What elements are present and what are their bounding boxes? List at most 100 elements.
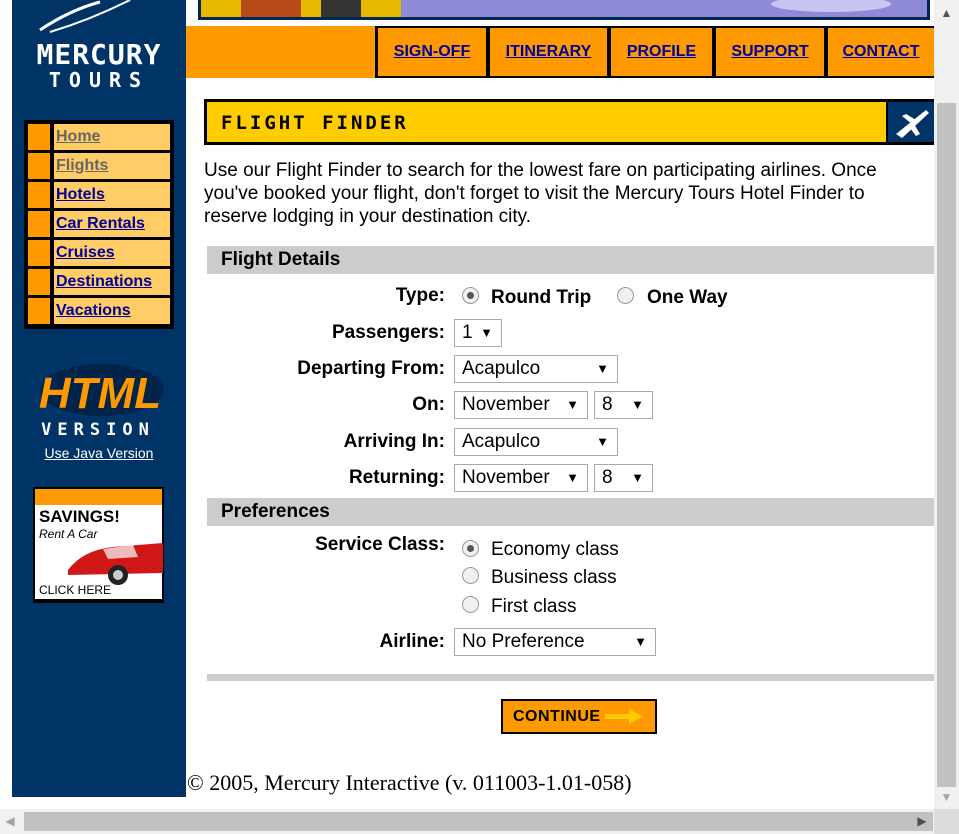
- departing-from-label: Departing From:: [297, 358, 445, 379]
- nav-item-hotels: Hotels: [28, 182, 170, 208]
- logo-wing-icon: [39, 0, 131, 33]
- use-java-version-link[interactable]: Use Java Version: [12, 445, 186, 461]
- departing-from-value: Acapulco: [462, 358, 541, 379]
- nav-bullet: [28, 124, 50, 150]
- airline-label: Airline:: [379, 631, 445, 652]
- returning-label: Returning:: [348, 467, 445, 488]
- arriving-in-select[interactable]: Acapulco ▼: [454, 428, 618, 456]
- first-class-radio[interactable]: [462, 596, 479, 613]
- top-nav-contact[interactable]: CONTACT: [828, 28, 934, 76]
- top-nav-sign-off[interactable]: SIGN-OFF: [378, 28, 486, 76]
- to-month-value: November: [462, 467, 550, 488]
- nav-link-cruises[interactable]: Cruises: [54, 240, 170, 266]
- top-nav: SIGN-OFF ITINERARY PROFILE SUPPORT CONTA…: [375, 26, 934, 78]
- left-nav: Home Flights Hotels Car Rentals Cruises …: [24, 120, 174, 329]
- horizontal-scrollbar-thumb[interactable]: [24, 812, 933, 831]
- banner-graphic: [201, 0, 927, 17]
- dropdown-arrow-icon: ▼: [634, 634, 647, 649]
- html-version-line2: VERSION: [41, 420, 155, 440]
- form-divider: [207, 674, 934, 681]
- html-version-line1: HTML: [39, 369, 161, 418]
- continue-button[interactable]: CONTINUE: [501, 699, 657, 734]
- economy-class-label: Economy class: [491, 539, 619, 560]
- scroll-up-arrow-icon[interactable]: ▲: [934, 0, 959, 26]
- nav-link-home[interactable]: Home: [54, 124, 170, 150]
- round-trip-label: Round Trip: [491, 287, 592, 308]
- nav-bullet: [28, 298, 50, 324]
- dropdown-arrow-icon: ▼: [596, 361, 609, 376]
- plane-icon-box: [888, 102, 934, 142]
- from-day-value: 8: [602, 394, 613, 415]
- one-way-radio[interactable]: [617, 287, 634, 304]
- dropdown-arrow-icon: ▼: [631, 470, 644, 485]
- nav-item-flights: Flights: [28, 153, 170, 179]
- logo-mercury: MERCURY: [36, 38, 162, 71]
- to-month-select[interactable]: November ▼: [454, 464, 588, 492]
- vertical-scrollbar-thumb[interactable]: [937, 103, 956, 787]
- nav-link-destinations[interactable]: Destinations: [54, 269, 170, 295]
- to-day-value: 8: [602, 467, 613, 488]
- nav-link-vacations[interactable]: Vacations: [54, 298, 170, 324]
- dropdown-arrow-icon: ▼: [566, 470, 579, 485]
- ad-body: SAVINGS! Rent A Car CLICK HERE: [35, 505, 163, 599]
- preferences-section-title: Preferences: [207, 498, 934, 526]
- nav-link-car-rentals[interactable]: Car Rentals: [54, 211, 170, 237]
- scrollbar-corner: [934, 809, 959, 834]
- rent-a-car-ad[interactable]: SAVINGS! Rent A Car CLICK HERE: [33, 487, 164, 603]
- economy-class-radio[interactable]: [462, 540, 479, 557]
- type-label: Type:: [395, 285, 445, 306]
- passengers-select[interactable]: 1 ▼: [454, 319, 502, 347]
- nav-item-vacations: Vacations: [28, 298, 170, 324]
- nav-link-hotels[interactable]: Hotels: [54, 182, 170, 208]
- from-day-select[interactable]: 8 ▼: [594, 391, 653, 419]
- top-nav-support[interactable]: SUPPORT: [716, 28, 824, 76]
- flight-details-section-title: Flight Details: [207, 246, 934, 274]
- html-version-logo: HTML VERSION: [39, 364, 164, 440]
- dropdown-arrow-icon: ▼: [596, 434, 609, 449]
- nav-bullet: [28, 211, 50, 237]
- ad-top-bar: [35, 489, 162, 505]
- dropdown-arrow-icon: ▼: [566, 397, 579, 412]
- nav-bullet: [28, 269, 50, 295]
- scroll-down-arrow-icon[interactable]: ▼: [934, 786, 959, 808]
- scroll-left-arrow-icon[interactable]: ◀: [0, 809, 20, 834]
- business-class-radio[interactable]: [462, 567, 479, 584]
- nav-link-flights[interactable]: Flights: [54, 153, 170, 179]
- passengers-value: 1: [462, 322, 473, 343]
- page-title: FLIGHT FINDER: [221, 112, 409, 134]
- ad-cta: CLICK HERE: [39, 583, 112, 597]
- business-class-label: Business class: [491, 567, 617, 588]
- round-trip-radio[interactable]: [462, 287, 479, 304]
- copyright-footer: © 2005, Mercury Interactive (v. 011003-1…: [187, 770, 632, 795]
- nav-bullet: [28, 182, 50, 208]
- departing-from-select[interactable]: Acapulco ▼: [454, 355, 618, 383]
- continue-label: CONTINUE: [513, 708, 601, 725]
- dropdown-arrow-icon: ▼: [480, 325, 493, 340]
- dropdown-arrow-icon: ▼: [631, 397, 644, 412]
- one-way-label: One Way: [647, 287, 728, 308]
- first-class-label: First class: [491, 596, 577, 617]
- nav-item-car-rentals: Car Rentals: [28, 211, 170, 237]
- nav-item-destinations: Destinations: [28, 269, 170, 295]
- to-day-select[interactable]: 8 ▼: [594, 464, 653, 492]
- nav-bullet: [28, 153, 50, 179]
- continue-button-face: CONTINUE: [503, 701, 655, 732]
- service-class-label: Service Class:: [315, 534, 445, 555]
- scroll-right-arrow-icon[interactable]: ▶: [912, 809, 932, 834]
- airline-value: No Preference: [462, 631, 585, 652]
- arrow-right-icon: [605, 709, 643, 724]
- logo-tours: TOURS: [48, 68, 150, 92]
- top-nav-profile[interactable]: PROFILE: [611, 28, 712, 76]
- on-label: On:: [412, 394, 445, 415]
- top-nav-itinerary[interactable]: ITINERARY: [490, 28, 607, 76]
- from-month-select[interactable]: November ▼: [454, 391, 588, 419]
- plane-icon: [896, 110, 929, 138]
- airline-select[interactable]: No Preference ▼: [454, 628, 656, 656]
- nav-item-cruises: Cruises: [28, 240, 170, 266]
- arriving-in-label: Arriving In:: [343, 431, 445, 452]
- car-icon: [68, 543, 163, 585]
- nav-item-home: Home: [28, 124, 170, 150]
- nav-bullet: [28, 240, 50, 266]
- arriving-in-value: Acapulco: [462, 431, 541, 452]
- passengers-label: Passengers:: [331, 322, 445, 343]
